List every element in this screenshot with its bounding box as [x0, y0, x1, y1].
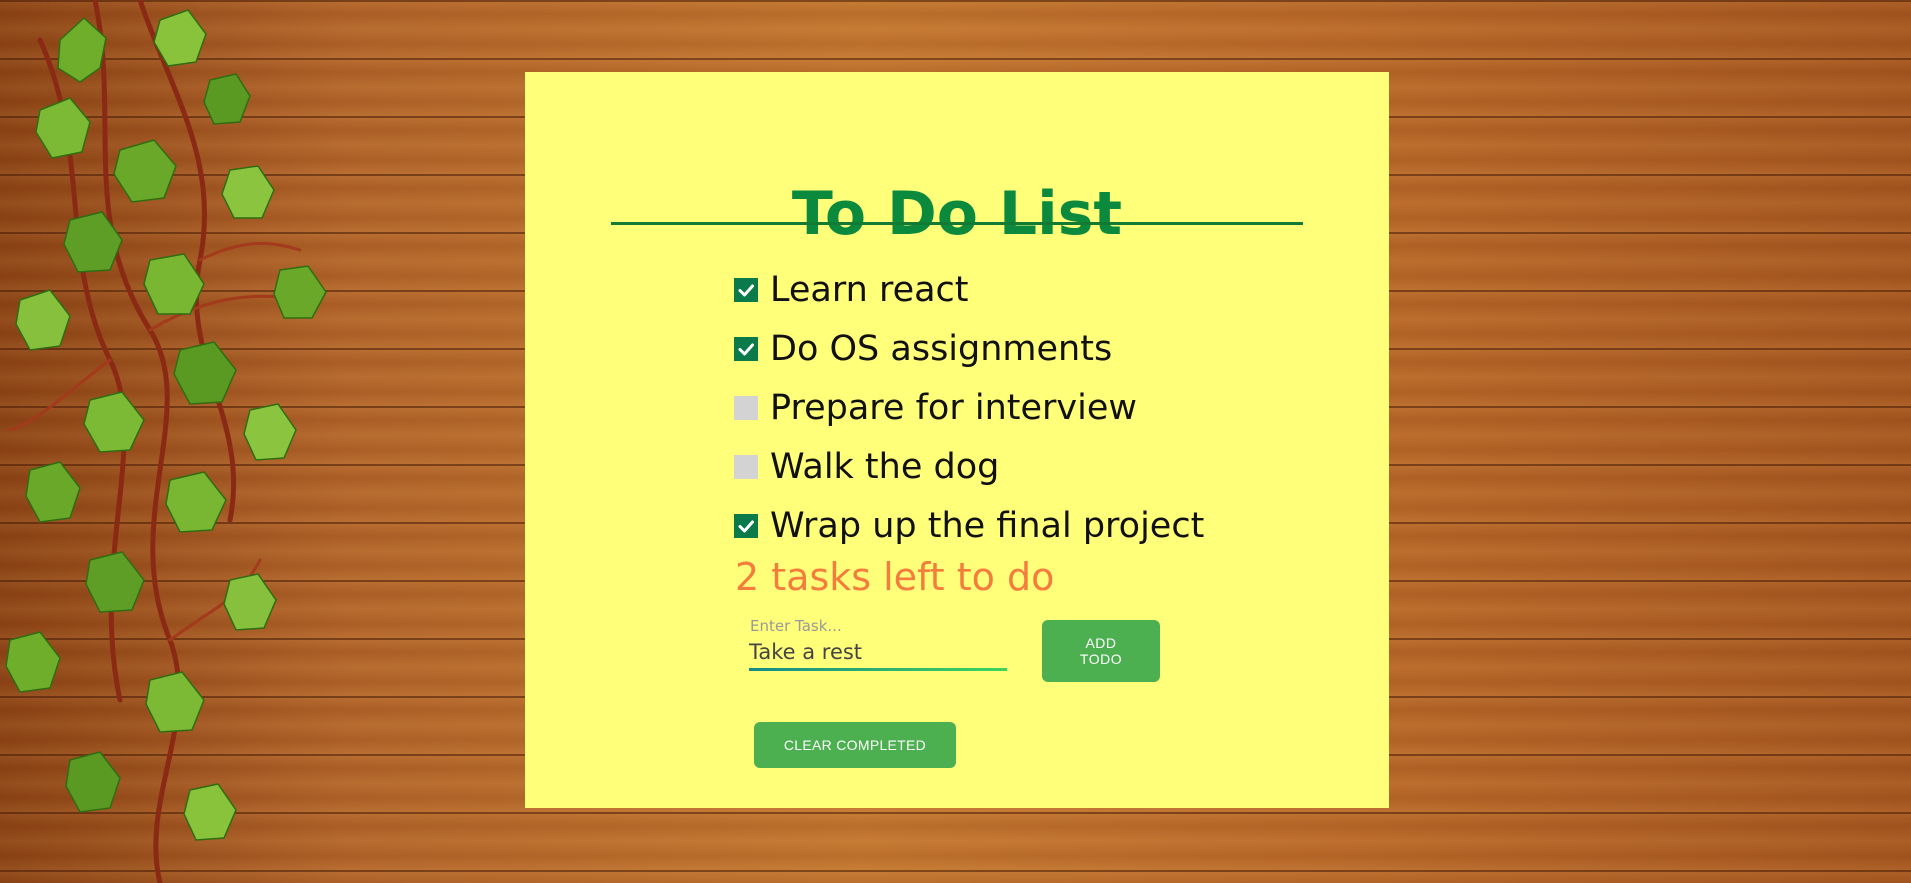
- todo-item-label: Prepare for interview: [770, 387, 1137, 428]
- task-input-underline: [749, 668, 1007, 671]
- checkbox-checked-icon[interactable]: [734, 336, 758, 361]
- add-todo-button[interactable]: ADD TODO: [1042, 620, 1160, 682]
- todo-item-label: Do OS assignments: [770, 328, 1113, 369]
- todo-item[interactable]: Prepare for interview: [734, 378, 1204, 437]
- title-divider: [611, 222, 1303, 225]
- todo-card: To Do List Learn react Do OS assignments…: [525, 72, 1389, 808]
- todo-item[interactable]: Learn react: [734, 260, 1204, 319]
- checkbox-unchecked-icon[interactable]: [734, 454, 758, 479]
- tasks-remaining-text: 2 tasks left to do: [735, 555, 1055, 599]
- checkbox-checked-icon[interactable]: [734, 277, 758, 302]
- task-input-label: Enter Task...: [750, 617, 842, 635]
- todo-item[interactable]: Do OS assignments: [734, 319, 1204, 378]
- task-input[interactable]: [749, 637, 1007, 667]
- clear-completed-button[interactable]: CLEAR COMPLETED: [754, 722, 956, 768]
- checkbox-checked-icon[interactable]: [734, 513, 758, 538]
- todo-item[interactable]: Walk the dog: [734, 437, 1204, 496]
- todo-item-label: Wrap up the final project: [770, 505, 1205, 546]
- todo-item-label: Walk the dog: [770, 446, 1000, 487]
- task-input-field: Enter Task...: [749, 615, 1007, 671]
- page-title: To Do List: [791, 179, 1123, 249]
- checkbox-unchecked-icon[interactable]: [734, 395, 758, 420]
- todo-item-label: Learn react: [770, 269, 969, 310]
- ivy-vine-decoration: [5, 0, 327, 883]
- todo-item[interactable]: Wrap up the final project: [734, 496, 1204, 555]
- todo-list: Learn react Do OS assignments Prepare fo…: [734, 260, 1204, 555]
